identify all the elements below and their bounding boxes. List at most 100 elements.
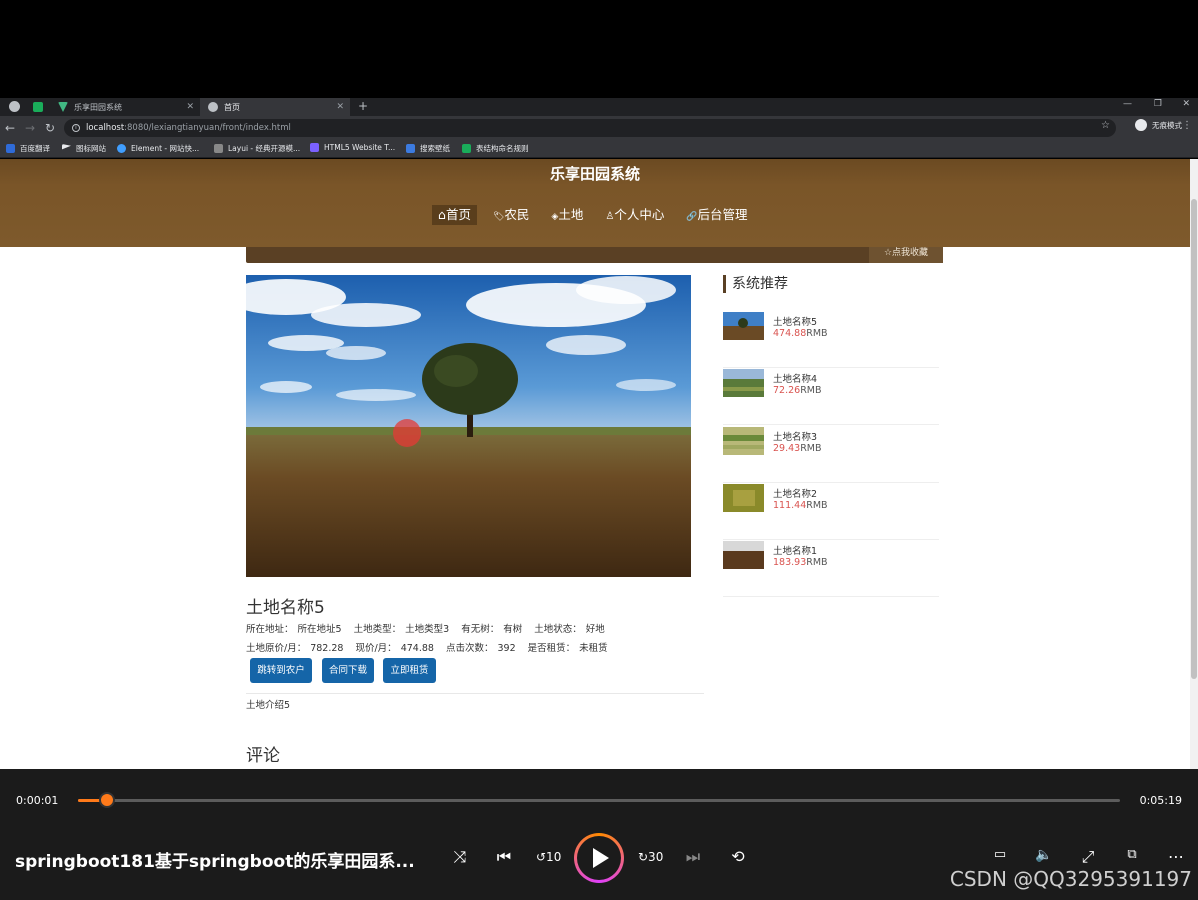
forward-30-icon[interactable]: ↻30 <box>638 850 663 864</box>
recommend-thumbnail <box>723 427 764 455</box>
bookmark-star-icon[interactable]: ☆ <box>1101 120 1110 131</box>
volume-icon[interactable]: 🔈 <box>1032 847 1056 863</box>
site-info-icon[interactable]: i <box>72 124 80 132</box>
profile-label: 无痕模式 <box>1152 120 1182 130</box>
back-icon[interactable]: ← <box>0 121 20 135</box>
reload-icon[interactable]: ↻ <box>40 121 60 135</box>
video-title: springboot181基于springboot的乐享田园系... <box>15 852 415 872</box>
browser-menu-icon[interactable]: ⋮ <box>1182 120 1192 131</box>
browser-tab-active[interactable]: 首页 ✕ <box>200 98 350 116</box>
shuffle-icon[interactable]: ⤨ <box>448 847 472 867</box>
tab-title: 首页 <box>224 102 240 112</box>
new-tab-icon[interactable]: + <box>358 99 368 113</box>
main-nav: ⌂首页 🏷农民 ◈土地 ♙个人中心 🔗后台管理 <box>432 205 754 225</box>
bookmark-item[interactable]: 搜索壁纸 <box>406 143 450 154</box>
comments-heading: 评论 <box>246 746 280 766</box>
mini-player-icon[interactable]: ⧉ <box>1120 847 1144 862</box>
nav-home[interactable]: ⌂首页 <box>432 205 477 225</box>
seek-handle[interactable] <box>99 792 116 808</box>
play-icon <box>593 848 609 868</box>
nav-profile[interactable]: ♙个人中心 <box>599 205 670 225</box>
price-value: 72.26 <box>773 385 801 396</box>
recommend-item[interactable]: 土地名称4 72.26RMB <box>723 369 939 425</box>
video-player-bar: 0:00:01 0:05:19 springboot181基于springboo… <box>0 769 1198 900</box>
field-label: 现价/月： <box>355 643 397 654</box>
nav-label: 首页 <box>445 207 471 222</box>
field-label: 土地类型： <box>353 624 402 635</box>
field-label: 所在地址： <box>246 624 294 635</box>
screen: 乐享田园系统 ✕ 首页 ✕ + — ❐ ✕ ← → ↻ i localhost:… <box>0 0 1198 900</box>
field-value: 782.28 <box>310 643 344 654</box>
vue-icon <box>58 102 68 112</box>
recommend-price: 72.26RMB <box>773 385 822 396</box>
forward-icon[interactable]: → <box>20 121 40 135</box>
price-unit: RMB <box>806 557 828 568</box>
minimize-icon[interactable]: — <box>1123 99 1132 109</box>
scrollbar-thumb[interactable] <box>1191 199 1197 679</box>
tab-title: 乐享田园系统 <box>74 102 122 112</box>
play-button[interactable] <box>574 833 624 883</box>
nav-label: 个人中心 <box>614 207 665 222</box>
bookmark-label: 搜索壁纸 <box>420 144 450 153</box>
divider <box>246 693 704 694</box>
tab-close-icon[interactable]: ✕ <box>336 102 344 112</box>
subtitles-icon[interactable]: ▭ <box>988 847 1012 862</box>
translate-icon <box>6 144 15 153</box>
bookmark-item[interactable]: 百度翻译 <box>6 143 50 154</box>
repeat-off-icon[interactable]: ⟲ <box>726 847 750 866</box>
site-title: 乐享田园系统 <box>549 165 640 183</box>
profile-button[interactable]: 无痕模式 <box>1135 119 1182 131</box>
next-icon[interactable]: ⏭ <box>681 847 705 867</box>
price-unit: RMB <box>806 500 828 511</box>
nav-label: 后台管理 <box>697 207 748 222</box>
recommend-item[interactable]: 土地名称1 183.93RMB <box>723 541 939 597</box>
extension-icon[interactable] <box>33 102 43 112</box>
nav-land[interactable]: ◈土地 <box>545 205 589 225</box>
previous-icon[interactable]: ⏮ <box>492 847 516 867</box>
bookmark-item[interactable]: 表结构命名规则 <box>462 143 529 154</box>
rent-now-button[interactable]: 立即租赁 <box>383 658 436 683</box>
recommend-item[interactable]: 土地名称2 111.44RMB <box>723 484 939 540</box>
field-label: 土地状态： <box>534 624 582 635</box>
element-icon <box>117 144 126 153</box>
bookmark-label: HTML5 Website T... <box>324 143 396 152</box>
land-photo-svg <box>246 275 691 577</box>
bookmark-item[interactable]: 图标网站 <box>62 143 106 154</box>
recommend-thumbnail <box>723 312 764 340</box>
fullscreen-icon[interactable]: ⤢ <box>1076 847 1100 867</box>
bookmark-item[interactable]: Element - 网站快... <box>117 143 199 154</box>
url-input[interactable]: i localhost:8080/lexiangtianyuan/front/i… <box>64 119 1116 137</box>
nav-farmer[interactable]: 🏷农民 <box>487 205 535 225</box>
tab-close-icon[interactable]: ✕ <box>186 102 194 112</box>
nav-label: 土地 <box>558 207 584 222</box>
browser-tab-bar: 乐享田园系统 ✕ 首页 ✕ + — ❐ ✕ <box>0 98 1198 116</box>
land-title: 土地名称5 <box>246 598 325 618</box>
rewind-10-icon[interactable]: ↺10 <box>536 850 561 864</box>
goto-farmer-button[interactable]: 跳转到农户 <box>250 658 312 683</box>
nav-admin[interactable]: 🔗后台管理 <box>680 205 753 225</box>
recommend-name: 土地名称3 <box>773 432 818 443</box>
field-label: 土地原价/月： <box>246 643 307 654</box>
recommend-thumbnail <box>723 369 764 397</box>
field-value: 392 <box>497 643 516 654</box>
page-scrollbar[interactable] <box>1190 159 1198 769</box>
restore-icon[interactable]: ❐ <box>1154 99 1162 109</box>
recommend-price: 474.88RMB <box>773 328 828 339</box>
bookmark-item[interactable]: Layui - 经典开源模... <box>214 143 300 154</box>
price-value: 474.88 <box>773 328 807 339</box>
contract-download-button[interactable]: 合同下载 <box>322 658 374 683</box>
field-value: 所在地址5 <box>297 624 342 635</box>
bookmark-item[interactable]: HTML5 Website T... <box>310 143 395 152</box>
recommend-item[interactable]: 土地名称5 474.88RMB <box>723 312 939 368</box>
price-value: 111.44 <box>773 500 807 511</box>
seek-bar[interactable] <box>78 792 1120 808</box>
field-value: 未租赁 <box>579 643 608 654</box>
url-host: localhost <box>86 123 125 133</box>
recommend-item[interactable]: 土地名称3 29.43RMB <box>723 427 939 483</box>
browser-tab[interactable]: 乐享田园系统 ✕ <box>52 98 200 116</box>
close-window-icon[interactable]: ✕ <box>1182 99 1190 109</box>
field-label: 点击次数： <box>445 643 494 654</box>
home-icon: ⌂ <box>438 207 446 222</box>
price-unit: RMB <box>800 443 822 454</box>
more-options-icon[interactable]: ⋯ <box>1164 847 1188 866</box>
